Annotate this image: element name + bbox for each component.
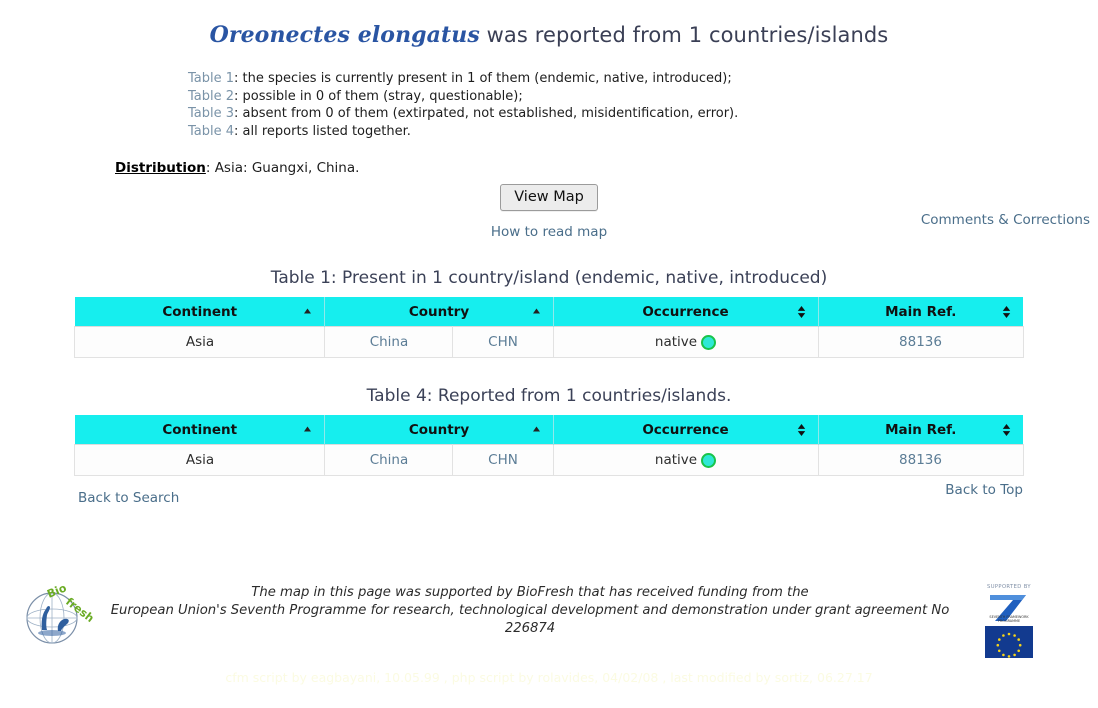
column-header-country-label: Country xyxy=(408,303,470,320)
biofresh-funding-footer: Bio fresh The map in this page was suppo… xyxy=(0,578,1098,658)
table-1-link[interactable]: Table 1 xyxy=(188,71,234,86)
comments-corrections-link[interactable]: Comments & Corrections xyxy=(921,212,1090,228)
main-ref-link[interactable]: 88136 xyxy=(899,334,942,350)
sort-both-icon[interactable] xyxy=(797,423,806,436)
cell-main-ref: 88136 xyxy=(817,444,1024,476)
eu-flag-icon xyxy=(985,626,1033,658)
column-header-main-ref-label: Main Ref. xyxy=(885,421,957,438)
table-3-desc: : absent from 0 of them (extirpated, not… xyxy=(234,106,739,121)
country-link[interactable]: China xyxy=(370,334,409,350)
table-row: Asia China CHN native 88136 xyxy=(74,326,1024,358)
column-header-continent-label: Continent xyxy=(162,303,238,320)
column-header-occurrence[interactable]: Occurrence xyxy=(552,297,819,327)
distribution-table-4: Continent Country Occurrence Main Ref. A… xyxy=(74,415,1024,476)
column-header-main-ref[interactable]: Main Ref. xyxy=(817,415,1023,445)
country-link[interactable]: China xyxy=(370,452,409,468)
cell-country: China xyxy=(324,326,454,358)
column-header-main-ref[interactable]: Main Ref. xyxy=(817,297,1023,327)
list-item: Table 3: absent from 0 of them (extirpat… xyxy=(188,105,1098,123)
biofresh-funding-line-1: The map in this page was supported by Bi… xyxy=(251,585,809,600)
table-2-desc: : possible in 0 of them (stray, question… xyxy=(234,88,523,104)
status-circle-icon xyxy=(701,334,717,350)
distribution-label: Distribution xyxy=(115,160,206,176)
species-name: Oreonectes elongatus xyxy=(209,22,480,48)
footer-navigation: Back to Search Back to Top xyxy=(69,482,1029,510)
country-code-link[interactable]: CHN xyxy=(488,452,518,468)
back-to-search-link[interactable]: Back to Search xyxy=(78,490,179,506)
column-header-main-ref-label: Main Ref. xyxy=(885,303,957,320)
table-4-desc: : all reports listed together. xyxy=(234,123,411,139)
view-map-button[interactable]: View Map xyxy=(500,184,598,211)
back-to-top-link[interactable]: Back to Top xyxy=(945,482,1023,498)
column-header-country-label: Country xyxy=(408,421,470,438)
sort-both-icon[interactable] xyxy=(1002,305,1011,318)
table-header-row: Continent Country Occurrence Main Ref. xyxy=(74,297,1023,327)
column-header-continent[interactable]: Continent xyxy=(74,297,326,327)
biofresh-funding-line-2: European Union's Seventh Programme for r… xyxy=(110,603,950,618)
sort-both-icon[interactable] xyxy=(797,305,806,318)
table-4-link[interactable]: Table 4 xyxy=(188,124,234,139)
table-1-caption: Table 1: Present in 1 country/island (en… xyxy=(270,268,828,288)
occurrence-label: native xyxy=(654,452,698,468)
sort-ascending-icon[interactable] xyxy=(532,423,541,436)
list-item: Table 1: the species is currently presen… xyxy=(188,70,1098,88)
table-2-link[interactable]: Table 2 xyxy=(188,89,234,104)
column-header-country[interactable]: Country xyxy=(324,297,554,327)
cell-country-code: CHN xyxy=(452,326,554,358)
occurrence-value: native xyxy=(654,452,717,468)
table-1-desc: : the species is currently present in 1 … xyxy=(234,71,732,86)
sort-ascending-icon[interactable] xyxy=(303,423,312,436)
main-ref-link[interactable]: 88136 xyxy=(899,452,942,468)
svg-text:PROGRAMME: PROGRAMME xyxy=(998,619,1020,623)
cell-main-ref: 88136 xyxy=(817,326,1024,358)
status-circle-icon xyxy=(701,452,717,468)
distribution-table-1: Continent Country Occurrence Main Ref. A… xyxy=(74,297,1024,358)
sort-ascending-icon[interactable] xyxy=(532,305,541,318)
cell-occurrence: native xyxy=(552,326,819,358)
table-4-caption: Table 4: Reported from 1 countries/islan… xyxy=(366,386,732,406)
table-row: Asia China CHN native 88136 xyxy=(74,444,1024,476)
fp7-logo-icon: SEVENTH FRAMEWORK PROGRAMME xyxy=(989,595,1029,623)
cell-country: China xyxy=(324,444,454,476)
list-item: Table 4: all reports listed together. xyxy=(188,123,1098,141)
biofresh-funding-text: The map in this page was supported by Bi… xyxy=(80,584,980,638)
table-summary-list: Table 1: the species is currently presen… xyxy=(188,70,1098,140)
occurrence-value: native xyxy=(654,334,717,350)
list-item: Table 2: possible in 0 of them (stray, q… xyxy=(188,88,1098,106)
distribution-line: Distribution: Asia: Guangxi, China. xyxy=(115,160,1098,176)
column-header-occurrence-label: Occurrence xyxy=(642,421,729,438)
sort-ascending-icon[interactable] xyxy=(303,305,312,318)
column-header-country[interactable]: Country xyxy=(324,415,554,445)
cell-occurrence: native xyxy=(552,444,819,476)
supported-by-label: SUPPORTED BY xyxy=(987,584,1031,590)
cell-country-code: CHN xyxy=(452,444,554,476)
column-header-continent-label: Continent xyxy=(162,421,238,438)
page-title: Oreonectes elongatus was reported from 1… xyxy=(0,22,1098,48)
sort-both-icon[interactable] xyxy=(1002,423,1011,436)
biofresh-funding-line-3: 226874 xyxy=(504,621,556,636)
column-header-occurrence-label: Occurrence xyxy=(642,303,729,320)
distribution-value: : Asia: Guangxi, China. xyxy=(205,160,360,176)
column-header-occurrence[interactable]: Occurrence xyxy=(552,415,819,445)
column-header-continent[interactable]: Continent xyxy=(74,415,326,445)
table-header-row: Continent Country Occurrence Main Ref. xyxy=(74,415,1023,445)
country-code-link[interactable]: CHN xyxy=(488,334,518,350)
cell-continent: Asia xyxy=(74,326,326,358)
script-credits: cfm script by eagbayani, 10.05.99 , php … xyxy=(225,670,873,685)
eu-funding-logos: SUPPORTED BY SEVENTH FRAMEWORK PROGRAMME xyxy=(978,584,1040,662)
table-3-link[interactable]: Table 3 xyxy=(188,106,234,121)
cell-continent: Asia xyxy=(74,444,326,476)
page-title-rest: was reported from 1 countries/islands xyxy=(479,23,889,47)
occurrence-label: native xyxy=(654,334,698,350)
